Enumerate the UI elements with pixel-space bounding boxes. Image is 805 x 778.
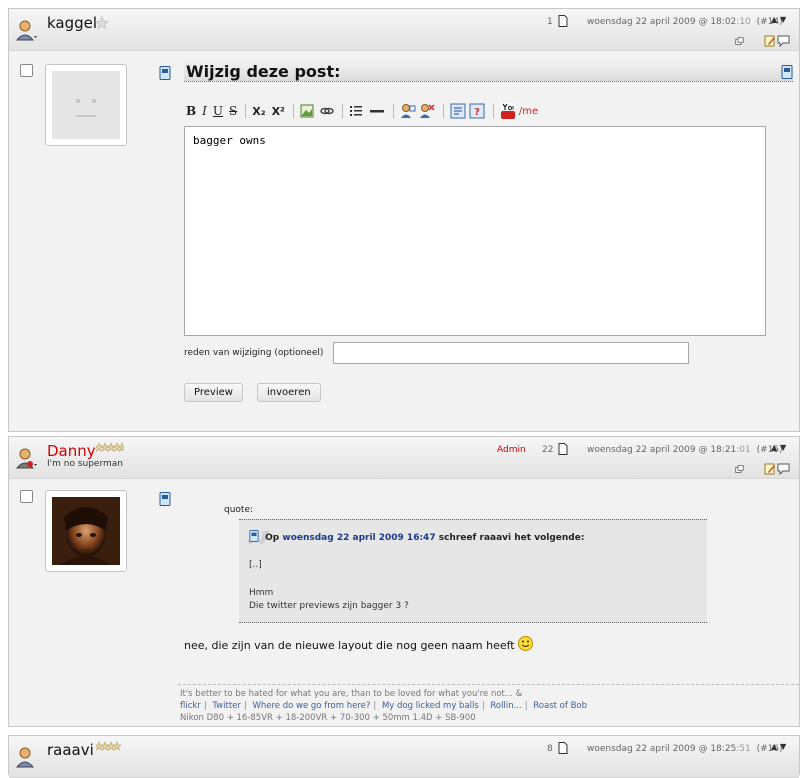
admin-badge: Admin xyxy=(497,445,526,455)
document-icon[interactable] xyxy=(558,742,568,754)
document-icon[interactable] xyxy=(558,15,568,27)
bold-button[interactable]: B xyxy=(186,104,196,118)
quote-date-link[interactable]: woensdag 22 april 2009 16:47 xyxy=(282,533,435,543)
help-icon[interactable]: ? xyxy=(469,103,485,119)
quote-block: ” Op woensdag 22 april 2009 16:47 schree… xyxy=(239,519,707,623)
avatar[interactable] xyxy=(45,64,127,146)
quote-header: Op woensdag 22 april 2009 16:47 schreef … xyxy=(249,530,584,543)
rank-stars-icon xyxy=(96,741,122,751)
edit-post-area: Wijzig deze post: B I U S X₂ X² ? /me ba… xyxy=(178,52,799,431)
mobile-icon xyxy=(159,492,171,506)
avatar-photo xyxy=(52,497,120,565)
username[interactable]: Danny xyxy=(47,442,96,460)
user-title: I'm no superman xyxy=(47,459,123,469)
quote-line: Hmm xyxy=(249,588,274,598)
select-post-checkbox[interactable] xyxy=(20,490,33,503)
sort-arrows[interactable]: ▲▼ xyxy=(771,15,789,24)
mobile-icon xyxy=(781,65,793,79)
post-raaavi: raaavi 8 woensdag 22 april 2009 @ 18:25:… xyxy=(8,735,800,778)
toolbar-divider xyxy=(245,104,247,118)
user-remove-icon[interactable] xyxy=(419,103,435,119)
user-quote-icon[interactable] xyxy=(400,103,416,119)
quote-line: [..] xyxy=(249,560,262,570)
username[interactable]: raaavi xyxy=(47,741,94,759)
window-icon[interactable] xyxy=(735,465,744,474)
post-sidebar xyxy=(9,480,178,726)
reason-input[interactable] xyxy=(333,342,689,364)
sig-link-roast[interactable]: Roast of Bob xyxy=(533,701,587,711)
edit-icon[interactable] xyxy=(764,463,776,475)
mobile-icon xyxy=(249,530,259,542)
window-icon[interactable] xyxy=(735,37,744,46)
sort-arrows[interactable]: ▲▼ xyxy=(771,742,789,751)
user-menu-icon[interactable] xyxy=(15,745,39,769)
sig-link-flickr[interactable]: flickr xyxy=(180,701,201,711)
admin-user-icon[interactable] xyxy=(15,446,39,470)
list-icon[interactable] xyxy=(349,104,363,118)
post-textarea[interactable]: bagger owns xyxy=(184,126,766,336)
signature-links: flickr | Twitter | Where do we go from her… xyxy=(180,701,587,711)
post-header: kaggel 1 woensdag 22 april 2009 @ 18:02:… xyxy=(9,9,799,51)
preview-button[interactable]: Preview xyxy=(184,383,243,402)
avatar[interactable] xyxy=(45,490,127,572)
post-header: Danny I'm no superman Admin 22 woensdag … xyxy=(9,437,799,479)
toolbar-divider xyxy=(292,104,294,118)
submit-button[interactable]: invoeren xyxy=(257,383,321,402)
post-count: 1 xyxy=(547,17,553,27)
sig-link-twitter[interactable]: Twitter xyxy=(212,701,241,711)
signature-quote: It's better to be hated for what you are… xyxy=(180,689,523,699)
post-message: nee, die zijn van de nieuwe layout die n… xyxy=(184,636,533,652)
reply-icon[interactable] xyxy=(777,463,791,475)
horizontal-rule-icon[interactable] xyxy=(369,104,385,118)
user-menu-icon[interactable] xyxy=(15,18,39,42)
post-sidebar xyxy=(9,52,178,431)
post-date: woensdag 22 april 2009 @ 18:21:01 (#15) xyxy=(587,445,783,455)
reply-icon[interactable] xyxy=(777,35,791,47)
signature-gear: Nikon D80 + 16-85VR + 18-200VR + 70-300 … xyxy=(180,713,476,723)
me-button[interactable]: /me xyxy=(519,106,538,117)
edit-title: Wijzig deze post: xyxy=(184,62,793,82)
post-count: 22 xyxy=(542,445,554,455)
smiley-icon xyxy=(517,636,533,651)
reason-label: reden van wijziging (optioneel) xyxy=(184,348,324,358)
quote-label: quote: xyxy=(224,505,254,515)
sig-link-dog[interactable]: My dog licked my balls xyxy=(382,701,479,711)
post-count: 8 xyxy=(547,744,553,754)
italic-button[interactable]: I xyxy=(202,104,207,118)
editor-toolbar: B I U S X₂ X² ? /me xyxy=(186,102,544,120)
sig-link-where[interactable]: Where do we go from here? xyxy=(252,701,370,711)
edit-icon[interactable] xyxy=(764,35,776,47)
svg-text:?: ? xyxy=(474,107,480,118)
sort-arrows[interactable]: ▲▼ xyxy=(771,443,789,452)
toolbar-divider xyxy=(442,104,444,118)
post-date: woensdag 22 april 2009 @ 18:25:51 (#16) xyxy=(587,744,783,754)
post-date: woensdag 22 april 2009 @ 18:02:10 (#14) xyxy=(587,17,783,27)
default-avatar-icon xyxy=(52,71,120,139)
toolbar-divider xyxy=(392,104,394,118)
post-danny: Danny I'm no superman Admin 22 woensdag … xyxy=(8,436,800,727)
subscript-button[interactable]: X₂ xyxy=(252,105,265,118)
youtube-icon[interactable] xyxy=(500,102,516,120)
rank-stars-icon xyxy=(96,442,124,452)
toolbar-divider xyxy=(492,104,494,118)
username[interactable]: kaggel xyxy=(47,14,97,32)
superscript-button[interactable]: X² xyxy=(272,105,285,118)
post-content: quote: ” Op woensdag 22 april 2009 16:47… xyxy=(178,480,799,726)
post-kaggel: kaggel 1 woensdag 22 april 2009 @ 18:02:… xyxy=(8,8,800,432)
post-header: raaavi 8 woensdag 22 april 2009 @ 18:25:… xyxy=(9,736,799,778)
quote-line: Die twitter previews zijn bagger 3 ? xyxy=(249,601,409,611)
strike-button[interactable]: S xyxy=(229,104,237,118)
mobile-icon xyxy=(159,66,171,80)
signature: It's better to be hated for what you are… xyxy=(178,684,799,727)
sig-link-rollin[interactable]: Rollin... xyxy=(490,701,521,711)
quote-icon[interactable] xyxy=(450,103,466,119)
link-icon[interactable] xyxy=(320,104,334,118)
select-post-checkbox[interactable] xyxy=(20,64,33,77)
document-icon[interactable] xyxy=(558,443,568,455)
underline-button[interactable]: U xyxy=(213,104,223,118)
image-icon[interactable] xyxy=(300,104,314,118)
toolbar-divider xyxy=(341,104,343,118)
star-icon xyxy=(95,16,109,30)
